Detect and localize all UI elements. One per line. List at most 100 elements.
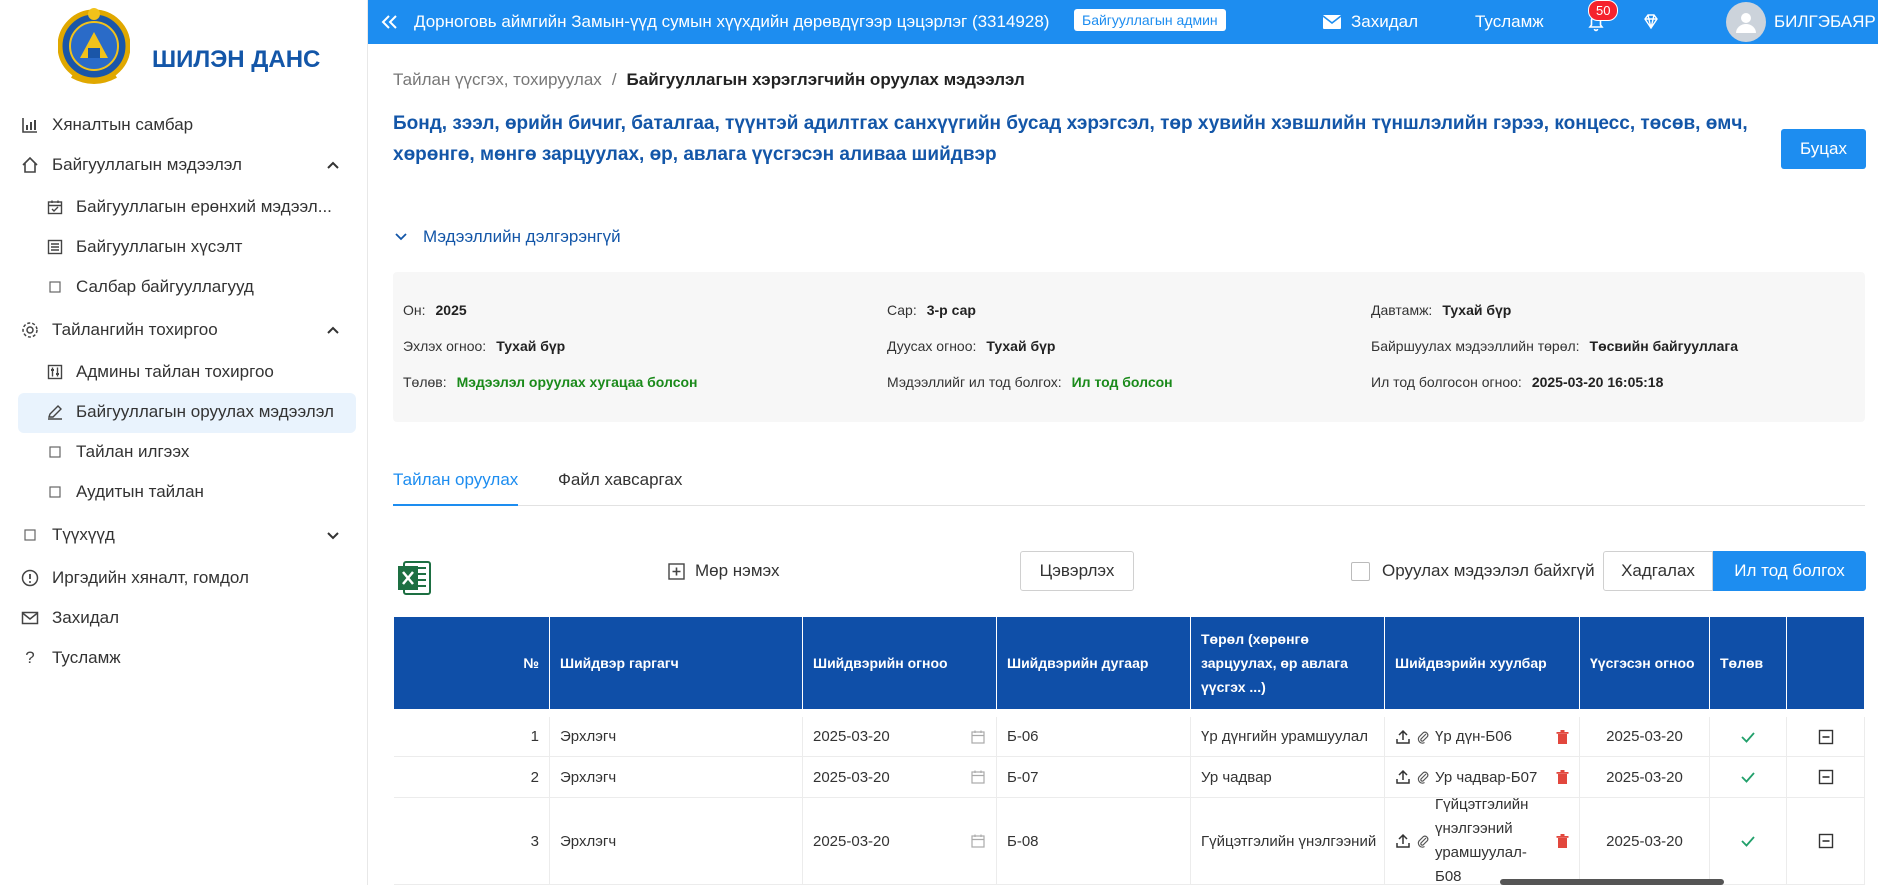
check-icon — [1741, 731, 1755, 743]
detail-status: Төлөв: Мэдээлэл оруулах хугацаа болсон — [403, 374, 698, 390]
trash-icon[interactable] — [1556, 770, 1569, 784]
sidebar-item-mail[interactable]: Захидал — [20, 608, 119, 628]
gear-icon — [20, 320, 40, 340]
mail-label: Захидал — [1351, 12, 1419, 31]
sidebar-item-org-general[interactable]: Байгууллагын ерөнхий мэдээл... — [46, 197, 332, 217]
sidebar-item-label: Байгууллагын ерөнхий мэдээл... — [76, 197, 332, 216]
cell-decision-number[interactable]: Б-06 — [997, 717, 1191, 756]
check-icon — [1741, 836, 1755, 847]
tab-file-attach[interactable]: Файл хавсаргах — [558, 470, 682, 490]
cell-type[interactable]: Гүйцэтгэлийн үнэлгээний — [1191, 798, 1385, 884]
info-icon — [20, 568, 40, 588]
sidebar-item-admin-report-settings[interactable]: Админы тайлан тохиргоо — [46, 362, 274, 382]
user-name[interactable]: БИЛГЭБАЯР — [1774, 12, 1876, 32]
diamond-icon[interactable] — [1642, 13, 1660, 31]
breadcrumb-current: Байгууллагын хэрэглэгчийн оруулах мэдээл… — [626, 70, 1025, 89]
no-data-checkbox[interactable]: Оруулах мэдээлэл байхгүй — [1351, 561, 1595, 581]
file-link[interactable]: Үр дүн-Б06 — [1435, 728, 1512, 745]
sidebar-item-dashboard[interactable]: Хяналтын самбар — [20, 115, 193, 135]
upload-icon[interactable] — [1395, 833, 1411, 849]
breadcrumb: Тайлан үүсгэх, тохируулах / Байгууллагын х… — [393, 70, 1025, 90]
sidebar-item-branches[interactable]: Салбар байгууллагууд — [46, 277, 254, 297]
cell-created-date: 2025-03-20 — [1580, 798, 1710, 884]
remove-row-icon[interactable] — [1818, 833, 1834, 849]
calendar-icon[interactable] — [970, 729, 986, 745]
excel-export-icon[interactable] — [396, 560, 432, 596]
cell-status — [1710, 757, 1787, 797]
paperclip-icon — [1417, 835, 1429, 848]
cell-file: Ур чадвар-Б07 — [1385, 757, 1580, 797]
sidebar-item-history[interactable]: Түүхүүд — [20, 525, 340, 545]
detail-label: Дуусах огноо: — [887, 338, 977, 354]
user-icon — [1736, 13, 1756, 33]
table-row: 3 Эрхлэгч 2025-03-20 Б-08 Гүйцэтгэлийн ү… — [394, 798, 1865, 885]
details-toggle[interactable]: Мэдээллийн дэлгэрэнгүй — [393, 227, 621, 247]
help-link[interactable]: Тусламж — [1475, 12, 1544, 32]
collapse-sidebar-icon[interactable] — [380, 12, 400, 32]
chevron-up-icon — [327, 161, 339, 169]
sidebar-item-org-info[interactable]: Байгууллагын мэдээлэл — [20, 155, 340, 175]
add-row-button[interactable]: Мөр нэмэх — [668, 561, 780, 581]
save-button[interactable]: Хадгалах — [1603, 551, 1713, 591]
clear-button[interactable]: Цэвэрлэх — [1020, 551, 1134, 591]
sidebar-item-send-report[interactable]: Тайлан илгээх — [46, 442, 189, 462]
remove-row-icon[interactable] — [1818, 729, 1834, 745]
cell-decision-number[interactable]: Б-08 — [997, 798, 1191, 884]
back-button[interactable]: Буцах — [1781, 129, 1866, 169]
sidebar-item-label: Байгууллагын оруулах мэдээлэл — [76, 402, 334, 421]
remove-row-icon[interactable] — [1818, 769, 1834, 785]
trash-icon[interactable] — [1556, 729, 1569, 744]
breadcrumb-parent[interactable]: Тайлан үүсгэх, тохируулах — [393, 70, 602, 89]
sidebar-item-label: Тайлангийн тохиргоо — [52, 320, 218, 339]
cell-decision-maker[interactable]: Эрхлэгч — [550, 717, 803, 756]
file-link[interactable]: Ур чадвар-Б07 — [1435, 769, 1537, 786]
add-row-label: Мөр нэмэх — [695, 561, 780, 580]
column-header: Төрөл (хөрөнгө зарцуулах, өр авлага үүсг… — [1191, 617, 1385, 709]
horizontal-scrollbar[interactable] — [1500, 879, 1724, 885]
square-icon — [46, 443, 64, 461]
detail-value: Тухай бүр — [496, 338, 566, 354]
upload-icon[interactable] — [1395, 729, 1411, 745]
sidebar: ШИЛЭН ДАНС Хяналтын самбар Байгууллагын … — [0, 0, 368, 885]
active-tab-indicator — [393, 504, 518, 506]
upload-icon[interactable] — [1395, 769, 1411, 785]
calendar-icon[interactable] — [970, 833, 986, 849]
trash-icon[interactable] — [1556, 834, 1569, 848]
top-bar: Дорноговь аймгийн Замын-үүд сумын хүүхди… — [368, 0, 1878, 44]
sidebar-item-label: Аудитын тайлан — [76, 482, 204, 501]
cell-decision-number[interactable]: Б-07 — [997, 757, 1191, 797]
detail-value: Мэдээлэл оруулах хугацаа болсон — [456, 374, 698, 390]
cell-action — [1787, 717, 1865, 756]
sidebar-item-report-settings[interactable]: Тайлангийн тохиргоо — [20, 320, 340, 340]
detail-value: Төсвийн байгууллага — [1589, 338, 1739, 354]
sidebar-item-citizen-complaints[interactable]: Иргэдийн хяналт, гомдол — [20, 568, 249, 588]
detail-frequency: Давтамж: Тухай бүр — [1371, 302, 1511, 318]
cell-decision-date[interactable]: 2025-03-20 — [803, 717, 997, 756]
checkbox-box[interactable] — [1351, 561, 1370, 581]
cell-decision-date[interactable]: 2025-03-20 — [803, 798, 997, 884]
detail-label: Сар: — [887, 302, 917, 318]
cell-decision-date[interactable]: 2025-03-20 — [803, 757, 997, 797]
column-header: Шийдвэрийн хуулбар — [1385, 617, 1580, 709]
detail-value: Ил тод болсон — [1071, 374, 1173, 390]
cell-decision-maker[interactable]: Эрхлэгч — [550, 798, 803, 884]
detail-label: Он: — [403, 302, 426, 318]
mail-link[interactable]: Захидал — [1323, 12, 1418, 32]
publish-button[interactable]: Ил тод болгох — [1713, 551, 1866, 591]
app-name: ШИЛЭН ДАНС — [152, 46, 321, 73]
sidebar-item-org-input[interactable]: Байгууллагын оруулах мэдээлэл — [46, 402, 334, 422]
cell-decision-maker[interactable]: Эрхлэгч — [550, 757, 803, 797]
cell-type[interactable]: Үр дүнгийн урамшуулал — [1191, 717, 1385, 756]
avatar[interactable] — [1726, 2, 1766, 42]
state-emblem-logo — [58, 8, 130, 84]
sidebar-item-help[interactable]: ? Тусламж — [20, 648, 121, 668]
calendar-icon[interactable] — [970, 769, 986, 785]
tab-report-input[interactable]: Тайлан оруулах — [393, 470, 518, 490]
cell-type[interactable]: Ур чадвар — [1191, 757, 1385, 797]
detail-year: Он: 2025 — [403, 302, 467, 318]
sidebar-item-org-request[interactable]: Байгууллагын хүсэлт — [46, 237, 242, 257]
file-link[interactable]: Гүйцэтгэлийн үнэлгээний урамшуулал-Б08 — [1435, 798, 1535, 884]
sidebar-item-audit-report[interactable]: Аудитын тайлан — [46, 482, 204, 502]
sidebar-item-label: Тусламж — [52, 648, 121, 667]
sidebar-item-label: Түүхүүд — [52, 525, 115, 544]
